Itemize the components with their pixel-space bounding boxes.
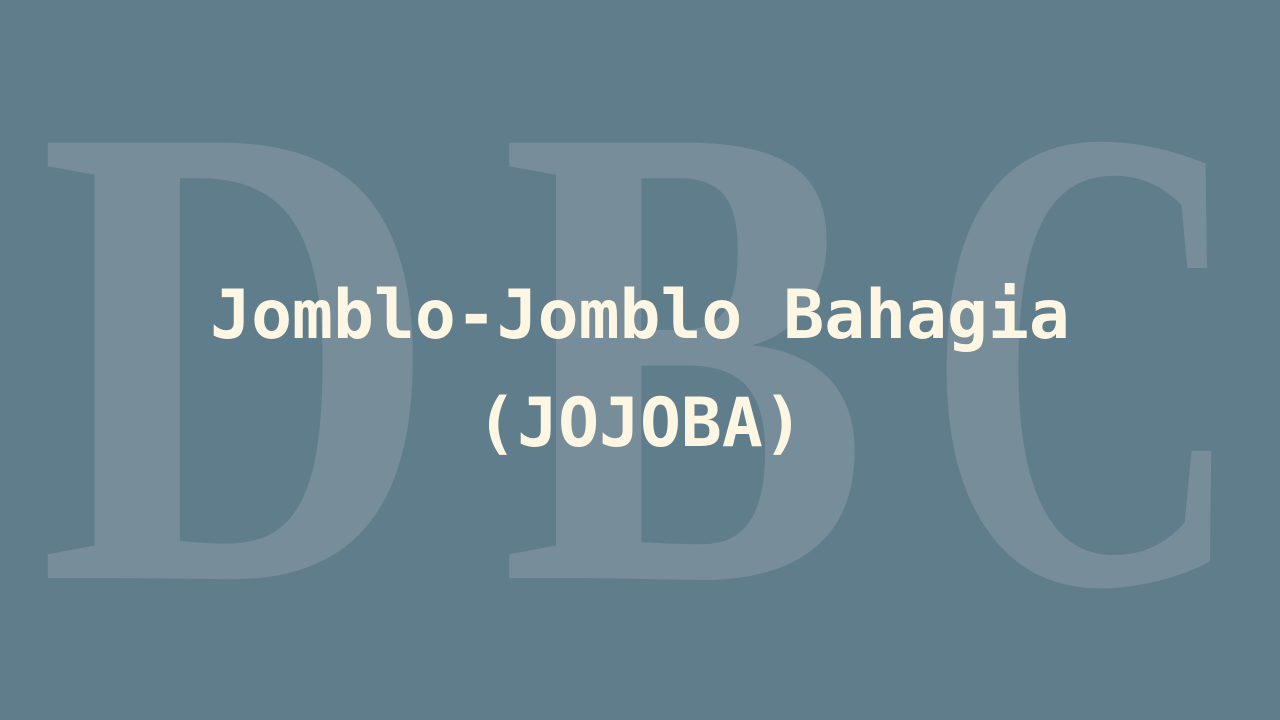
title-line-1: Jomblo-Jomblo Bahagia: [210, 276, 1070, 355]
page-title: Jomblo-Jomblo Bahagia (JOJOBA): [0, 262, 1280, 478]
title-line-2: (JOJOBA): [476, 384, 804, 463]
